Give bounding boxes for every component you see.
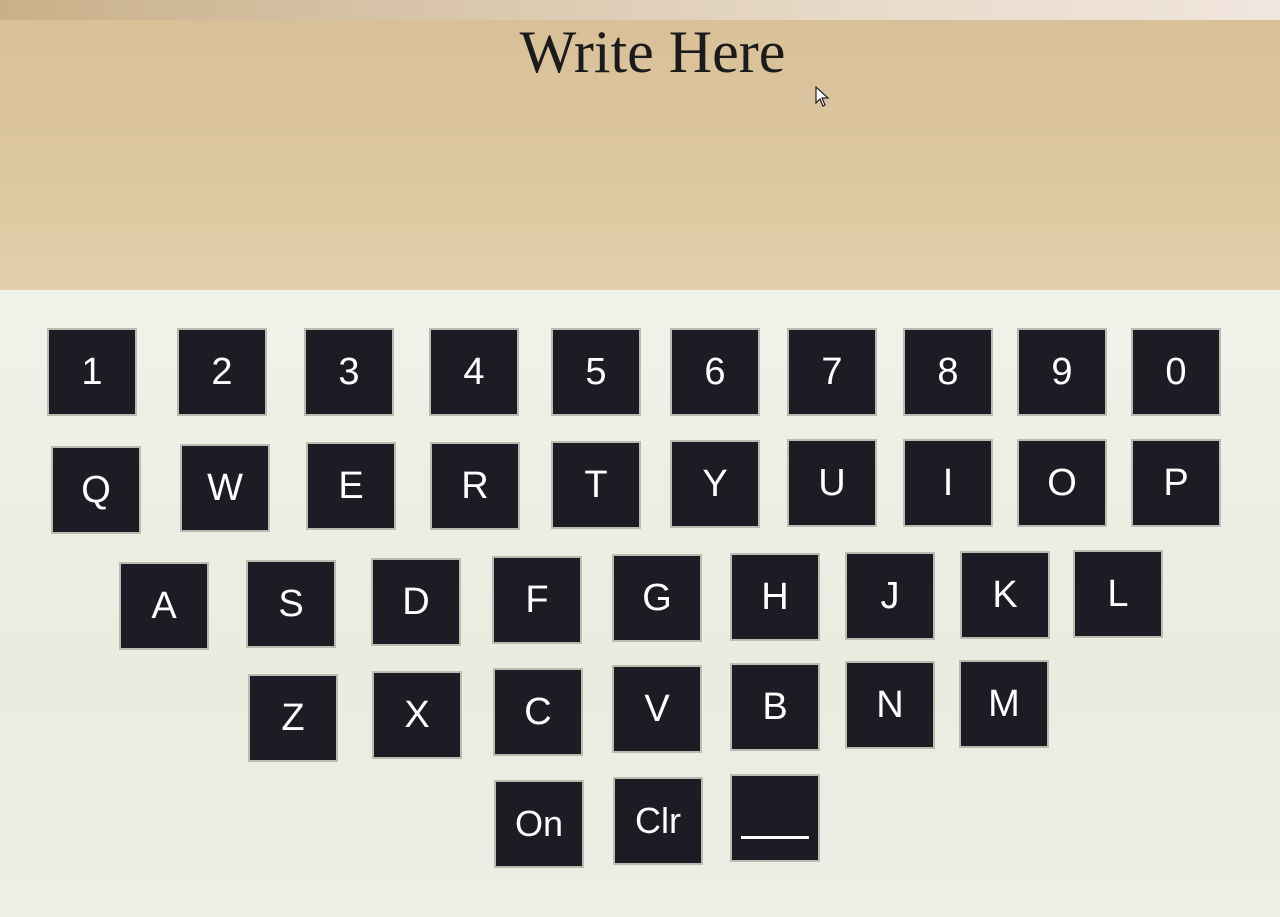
key-a[interactable]: A (121, 564, 207, 648)
key-u[interactable]: U (789, 441, 875, 525)
key-g[interactable]: G (614, 556, 700, 640)
text-display-area: Write Here (0, 0, 1280, 291)
key-5[interactable]: 5 (553, 330, 639, 414)
key-e[interactable]: E (308, 444, 394, 528)
key-w[interactable]: W (182, 446, 268, 530)
key-x[interactable]: X (374, 673, 460, 757)
underscore-icon (741, 835, 809, 839)
mouse-pointer-icon (815, 86, 830, 107)
key-l[interactable]: L (1075, 552, 1161, 636)
key-j[interactable]: J (847, 554, 933, 638)
space-button[interactable] (732, 776, 818, 860)
key-o[interactable]: O (1019, 441, 1105, 525)
key-k[interactable]: K (962, 553, 1048, 637)
key-8[interactable]: 8 (905, 330, 991, 414)
key-h[interactable]: H (732, 555, 818, 639)
clear-button[interactable]: Clr (615, 779, 701, 863)
key-v[interactable]: V (614, 667, 700, 751)
key-1[interactable]: 1 (49, 330, 135, 414)
key-3[interactable]: 3 (306, 330, 392, 414)
key-p[interactable]: P (1133, 441, 1219, 525)
key-d[interactable]: D (373, 560, 459, 644)
key-0[interactable]: 0 (1133, 330, 1219, 414)
key-m[interactable]: M (961, 662, 1047, 746)
on-screen-keyboard: 1 2 3 4 5 6 7 8 9 0 Q W E R T Y U I O P … (0, 290, 1280, 917)
key-7[interactable]: 7 (789, 330, 875, 414)
key-6[interactable]: 6 (672, 330, 758, 414)
key-f[interactable]: F (494, 558, 580, 642)
key-b[interactable]: B (732, 665, 818, 749)
key-n[interactable]: N (847, 663, 933, 747)
on-button[interactable]: On (496, 782, 582, 866)
key-t[interactable]: T (553, 443, 639, 527)
key-2[interactable]: 2 (179, 330, 265, 414)
key-y[interactable]: Y (672, 442, 758, 526)
key-z[interactable]: Z (250, 676, 336, 760)
key-r[interactable]: R (432, 444, 518, 528)
key-q[interactable]: Q (53, 448, 139, 532)
key-s[interactable]: S (248, 562, 334, 646)
key-4[interactable]: 4 (431, 330, 517, 414)
key-c[interactable]: C (495, 670, 581, 754)
key-i[interactable]: I (905, 441, 991, 525)
key-9[interactable]: 9 (1019, 330, 1105, 414)
page-title: Write Here (519, 19, 786, 85)
